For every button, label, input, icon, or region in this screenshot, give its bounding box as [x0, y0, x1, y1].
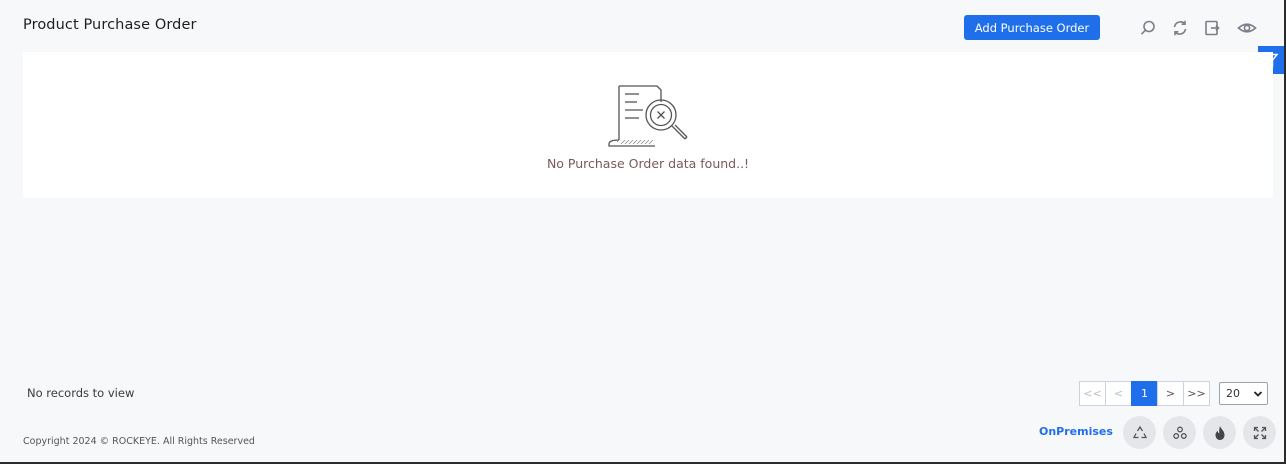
cluster-button[interactable] [1163, 416, 1196, 449]
page-size-value: 20 [1226, 387, 1240, 400]
next-page-button[interactable]: > [1157, 381, 1184, 406]
first-page-button[interactable]: << [1079, 381, 1106, 406]
page: Product Purchase Order Add Purchase Orde… [0, 0, 1286, 464]
environment-label[interactable]: OnPremises [1039, 425, 1113, 438]
empty-state-message: No Purchase Order data found..! [546, 156, 750, 171]
view-icon[interactable] [1237, 18, 1257, 38]
expand-button[interactable] [1243, 416, 1276, 449]
add-purchase-order-button[interactable]: Add Purchase Order [964, 15, 1100, 40]
records-count: No records to view [27, 386, 135, 400]
chevron-down-icon [1253, 390, 1263, 397]
no-data-search-icon [608, 85, 688, 147]
last-page-button[interactable]: >> [1183, 381, 1210, 406]
flame-icon [1215, 425, 1224, 440]
search-icon[interactable] [1138, 18, 1158, 38]
copyright-text: Copyright 2024 © ROCKEYE. All Rights Res… [23, 436, 255, 447]
page-title: Product Purchase Order [23, 17, 197, 33]
expand-icon [1253, 426, 1266, 439]
refresh-icon[interactable] [1170, 18, 1190, 38]
cluster-icon [1172, 426, 1187, 439]
prev-page-button[interactable]: < [1105, 381, 1132, 406]
recycle-button[interactable] [1123, 416, 1156, 449]
recycle-icon [1132, 425, 1147, 438]
current-page-button[interactable]: 1 [1131, 381, 1158, 406]
page-size-select[interactable]: 20 [1219, 382, 1268, 405]
flame-button[interactable] [1203, 416, 1236, 449]
results-panel: No Purchase Order data found..! [23, 52, 1273, 198]
pagination: << < 1 > >> [1079, 381, 1210, 406]
export-icon[interactable] [1202, 18, 1222, 38]
